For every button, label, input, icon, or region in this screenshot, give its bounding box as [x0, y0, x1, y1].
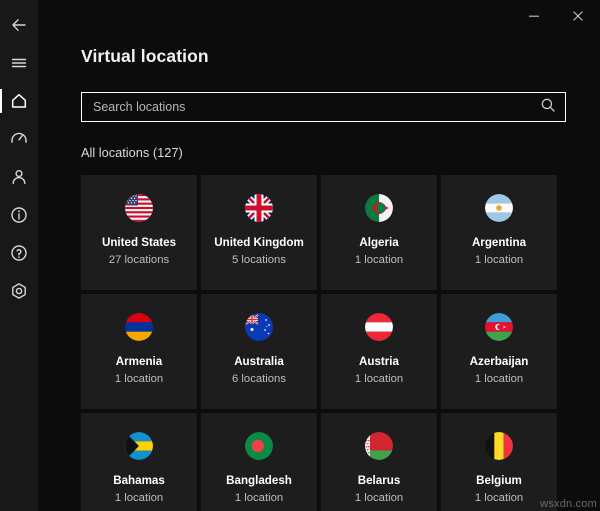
sidebar-item-info[interactable]: [0, 196, 38, 234]
location-country-name: Argentina: [471, 236, 527, 249]
sidebar-item-settings[interactable]: [0, 272, 38, 310]
flag-icon: [125, 313, 153, 341]
location-count: 1 location: [354, 254, 404, 266]
info-circle-icon: [9, 205, 29, 225]
arrow-left-icon: [9, 15, 29, 35]
flag-icon: [365, 432, 393, 460]
flag-icon: [485, 432, 513, 460]
location-count: 1 location: [114, 492, 164, 504]
location-count: 5 locations: [231, 254, 286, 266]
minimize-button[interactable]: [512, 0, 556, 32]
location-card[interactable]: Austria 1 location: [321, 294, 437, 409]
location-count: 1 location: [114, 373, 164, 385]
main-panel: Virtual location All locations (127): [38, 0, 600, 511]
location-count: 1 location: [234, 492, 284, 504]
location-count: 1 location: [354, 373, 404, 385]
person-icon: [9, 167, 29, 187]
flag-icon: [125, 432, 153, 460]
search-button[interactable]: [537, 96, 559, 118]
page-title: Virtual location: [81, 46, 209, 66]
speedometer-icon: [9, 129, 29, 149]
flag-icon: [245, 194, 273, 222]
hex-settings-icon: [9, 281, 29, 301]
location-country-name: Bahamas: [113, 474, 165, 487]
location-card[interactable]: Australia 6 locations: [201, 294, 317, 409]
location-card[interactable]: Bangladesh 1 location: [201, 413, 317, 511]
sidebar-item-menu[interactable]: [0, 44, 38, 82]
flag-icon: [485, 194, 513, 222]
home-icon: [9, 91, 29, 111]
locations-grid: United States 27 locations United Kingdom…: [81, 175, 568, 511]
location-country-name: Austria: [359, 355, 399, 368]
flag-icon: [245, 313, 273, 341]
section-label: All locations (127): [81, 145, 183, 160]
close-icon: [571, 9, 585, 23]
flag-icon: [485, 313, 513, 341]
minimize-icon: [527, 9, 541, 23]
location-card[interactable]: Algeria 1 location: [321, 175, 437, 290]
location-card[interactable]: Bahamas 1 location: [81, 413, 197, 511]
flag-icon: [365, 194, 393, 222]
search-icon: [540, 97, 556, 118]
location-card[interactable]: United States 27 locations: [81, 175, 197, 290]
window-controls: [512, 0, 600, 32]
location-card[interactable]: Armenia 1 location: [81, 294, 197, 409]
location-country-name: United States: [101, 236, 177, 249]
location-card[interactable]: Argentina 1 location: [441, 175, 557, 290]
flag-icon: [365, 313, 393, 341]
close-button[interactable]: [556, 0, 600, 32]
location-card[interactable]: Azerbaijan 1 location: [441, 294, 557, 409]
location-count: 1 location: [354, 492, 404, 504]
location-card[interactable]: Belgium 1 location: [441, 413, 557, 511]
virtual-location-window: Virtual location All locations (127): [0, 0, 600, 511]
location-country-name: Azerbaijan: [469, 355, 529, 368]
location-count: 1 location: [474, 373, 524, 385]
location-country-name: Belgium: [476, 474, 522, 487]
flag-icon: [125, 194, 153, 222]
sidebar-item-help[interactable]: [0, 234, 38, 272]
location-country-name: Bangladesh: [226, 474, 292, 487]
location-card[interactable]: Belarus 1 location: [321, 413, 437, 511]
location-count: 1 location: [474, 254, 524, 266]
sidebar-item-back[interactable]: [0, 6, 38, 44]
search-bar[interactable]: [81, 92, 566, 122]
flag-icon: [245, 432, 273, 460]
sidebar-item-account[interactable]: [0, 158, 38, 196]
location-country-name: Australia: [234, 355, 284, 368]
search-input[interactable]: [93, 94, 537, 120]
sidebar-item-home[interactable]: [0, 82, 38, 120]
location-country-name: Algeria: [359, 236, 399, 249]
location-count: 27 locations: [108, 254, 170, 266]
location-count: 6 locations: [231, 373, 286, 385]
hamburger-menu-icon: [9, 53, 29, 73]
question-circle-icon: [9, 243, 29, 263]
sidebar: [0, 0, 38, 511]
location-count: 1 location: [474, 492, 524, 504]
sidebar-item-speed[interactable]: [0, 120, 38, 158]
location-country-name: United Kingdom: [214, 236, 304, 249]
location-card[interactable]: United Kingdom 5 locations: [201, 175, 317, 290]
location-country-name: Belarus: [357, 474, 401, 487]
location-country-name: Armenia: [115, 355, 163, 368]
